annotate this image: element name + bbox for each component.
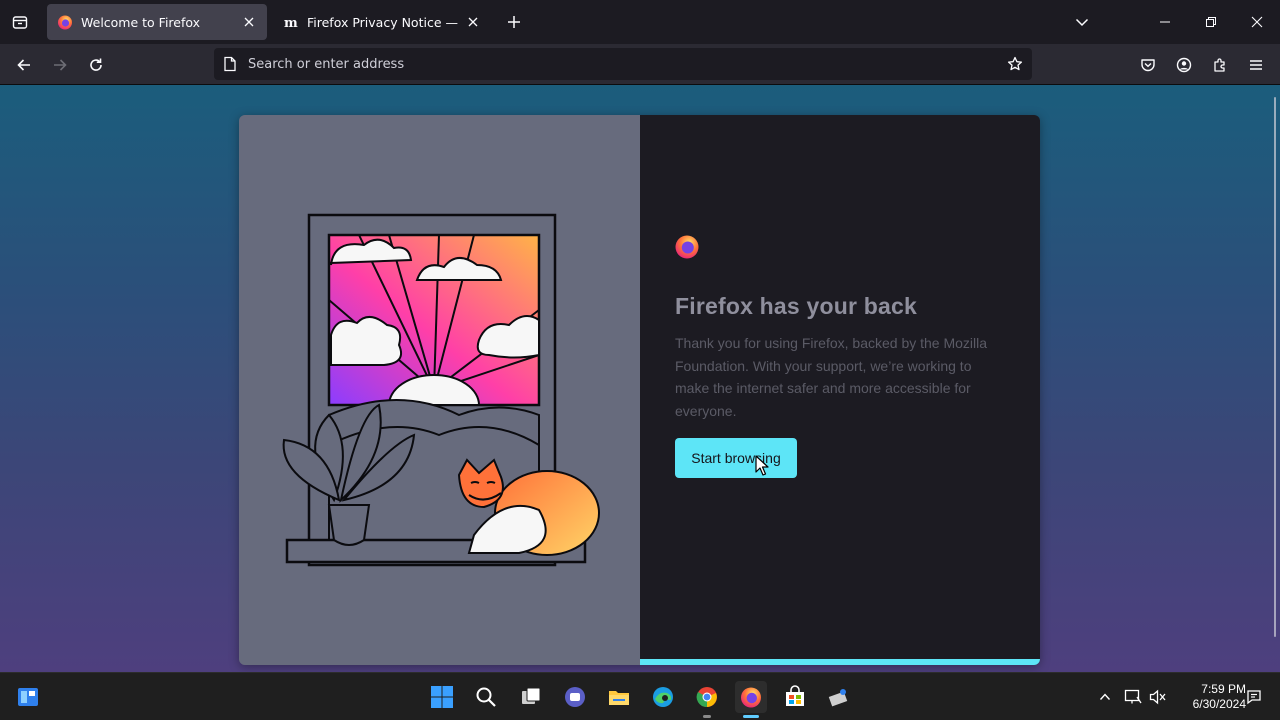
- file-explorer-icon: [609, 691, 629, 705]
- puzzle-icon: [1214, 58, 1225, 72]
- search-button[interactable]: [470, 681, 502, 713]
- hamburger-menu-icon: [1250, 60, 1262, 70]
- account-icon: [1176, 57, 1192, 73]
- clock-date: 6/30/2024: [1192, 697, 1246, 711]
- address-bar: [214, 48, 1032, 80]
- firefox-logo-icon: [675, 235, 699, 259]
- tab-title: Firefox Privacy Notice — Mozilla: [307, 14, 461, 30]
- start-icon: [431, 686, 453, 708]
- welcome-headline: Firefox has your back: [675, 293, 917, 319]
- tab-privacy-notice[interactable]: m Firefox Privacy Notice — Mozilla: [273, 4, 491, 40]
- notification-icon: [1247, 690, 1261, 705]
- start-button[interactable]: [426, 681, 458, 713]
- list-all-tabs-button[interactable]: [1068, 8, 1096, 36]
- volume-muted-icon: [1149, 689, 1166, 705]
- running-indicator: [703, 715, 711, 718]
- edge-icon: [653, 687, 673, 707]
- restore-button[interactable]: [1188, 0, 1234, 44]
- forward-button[interactable]: [45, 50, 75, 80]
- minimize-button[interactable]: [1142, 0, 1188, 44]
- scrollbar[interactable]: [1274, 97, 1276, 637]
- taskbar-clock[interactable]: 7:59 PM 6/30/2024: [1178, 682, 1246, 712]
- microsoft-store-button[interactable]: [779, 681, 811, 713]
- pocket-button[interactable]: [1133, 50, 1163, 80]
- teams-chat-button[interactable]: [559, 681, 591, 713]
- new-tab-button[interactable]: [500, 8, 528, 36]
- firefox-taskbar-button[interactable]: [735, 681, 767, 718]
- show-hidden-icons-button[interactable]: [1095, 687, 1115, 707]
- tab-welcome[interactable]: Welcome to Firefox: [47, 4, 267, 40]
- reload-button[interactable]: [81, 50, 111, 80]
- widgets-icon: [18, 688, 38, 706]
- app-icon: [828, 689, 848, 707]
- search-icon: [476, 687, 496, 707]
- welcome-card: Firefox has your back Thank you for usin…: [239, 115, 1040, 665]
- file-explorer-button[interactable]: [603, 681, 635, 713]
- bookmark-star-button[interactable]: [1000, 49, 1030, 79]
- close-tab-icon[interactable]: [465, 14, 481, 30]
- firefox-view-button[interactable]: [6, 8, 34, 36]
- app-button[interactable]: [823, 681, 855, 713]
- fox-window-illustration: [282, 213, 600, 567]
- windows-taskbar: 7:59 PM 6/30/2024: [0, 672, 1280, 720]
- firefox-icon: [741, 687, 761, 708]
- account-button[interactable]: [1169, 50, 1199, 80]
- tab-strip: Welcome to Firefox m Firefox Privacy Not…: [0, 0, 1280, 44]
- back-arrow-icon: [17, 59, 30, 71]
- minimize-icon: [1160, 21, 1170, 23]
- mouse-cursor-icon: [755, 455, 769, 476]
- store-icon: [786, 685, 804, 706]
- welcome-subtext: Thank you for using Firefox, backed by t…: [675, 335, 988, 419]
- back-button[interactable]: [9, 50, 39, 80]
- page-icon: [222, 56, 238, 72]
- firefox-icon: [57, 14, 73, 30]
- active-indicator: [743, 715, 759, 718]
- mozilla-m-icon: m: [283, 14, 299, 30]
- widgets-button[interactable]: [12, 681, 44, 713]
- close-window-button[interactable]: [1234, 0, 1280, 44]
- task-view-icon: [522, 687, 541, 704]
- onboarding-progress-bar: [640, 659, 1040, 665]
- star-icon: [1007, 56, 1023, 71]
- page-content: Firefox has your back Thank you for usin…: [0, 85, 1280, 672]
- tab-title: Welcome to Firefox: [81, 14, 201, 30]
- plus-icon: [508, 16, 520, 28]
- start-browsing-button[interactable]: Start browsing: [675, 438, 797, 478]
- task-view-button[interactable]: [515, 681, 547, 713]
- extensions-button[interactable]: [1205, 50, 1235, 80]
- url-input[interactable]: [248, 56, 1000, 72]
- pocket-icon: [1141, 59, 1155, 72]
- chrome-button[interactable]: [691, 681, 723, 718]
- close-tab-icon[interactable]: [241, 14, 257, 30]
- chrome-icon: [696, 687, 717, 708]
- chevron-down-icon: [1075, 18, 1089, 27]
- teams-chat-icon: [565, 687, 585, 707]
- forward-arrow-icon: [54, 59, 67, 71]
- app-menu-button[interactable]: [1241, 50, 1271, 80]
- firefox-view-icon: [12, 16, 28, 29]
- reload-icon: [90, 58, 102, 71]
- close-icon: [1251, 16, 1263, 28]
- illustration-panel: [239, 115, 640, 665]
- svg-text:m: m: [284, 16, 298, 30]
- edge-button[interactable]: [647, 681, 679, 713]
- clock-time: 7:59 PM: [1201, 682, 1246, 696]
- chevron-up-icon: [1099, 693, 1111, 700]
- notifications-button[interactable]: [1244, 687, 1264, 707]
- network-button[interactable]: [1123, 687, 1143, 707]
- content-panel: Firefox has your back Thank you for usin…: [640, 115, 1040, 665]
- navigation-toolbar: [0, 44, 1280, 85]
- volume-button[interactable]: [1148, 687, 1168, 707]
- restore-icon: [1206, 17, 1216, 27]
- network-icon: [1124, 689, 1142, 704]
